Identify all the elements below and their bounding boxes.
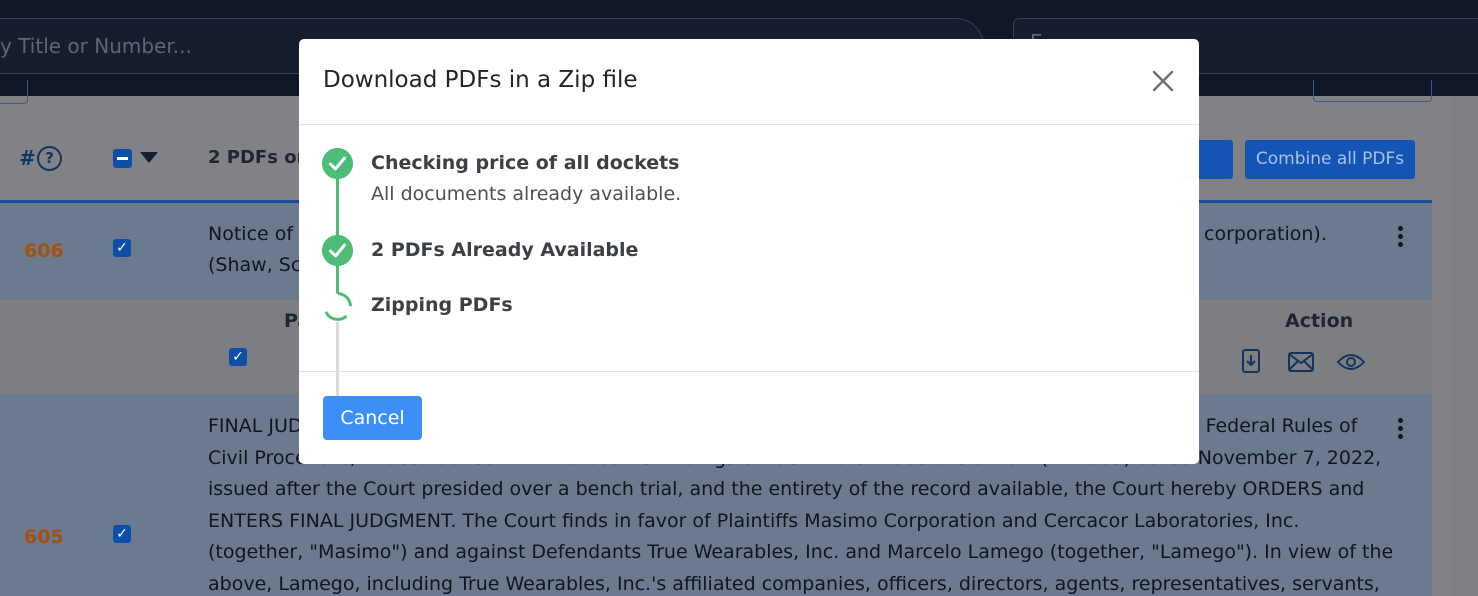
docket-text-line: above, Lamego, including True Wearables,…: [208, 572, 1380, 595]
step-title: 2 PDFs Already Available: [371, 239, 639, 261]
column-header-number: #: [19, 146, 36, 170]
cancel-button[interactable]: Cancel: [323, 396, 422, 440]
step-title: Zipping PDFs: [371, 294, 513, 316]
docket-text-line: (together, "Masimo") and against Defenda…: [208, 541, 1394, 563]
download-icon[interactable]: [1241, 348, 1261, 376]
modal-header: Download PDFs in a Zip file: [299, 39, 1199, 125]
check-icon: [322, 235, 353, 266]
toolbar-button-right[interactable]: [1313, 80, 1432, 102]
select-all-checkbox[interactable]: [113, 149, 132, 168]
more-options-icon[interactable]: [1398, 418, 1404, 442]
step-title: Checking price of all dockets: [371, 152, 680, 174]
docket-text-line: Notice of: [208, 223, 294, 245]
docket-text-line: (Shaw, Sc: [208, 254, 302, 276]
step-subtitle: All documents already available.: [371, 183, 682, 205]
eye-icon[interactable]: [1337, 352, 1365, 372]
progress-track-pending: [336, 322, 339, 400]
subtable-header-action: Action: [1285, 310, 1354, 332]
row-checkbox[interactable]: ✓: [113, 239, 131, 257]
more-options-icon[interactable]: [1398, 226, 1404, 250]
modal-footer-divider: [299, 371, 1199, 372]
loading-spinner-icon: [324, 292, 352, 321]
docket-text-line: corporation).: [1204, 223, 1327, 245]
combine-all-pdfs-button[interactable]: Combine all PDFs: [1245, 140, 1415, 179]
docket-number[interactable]: 606: [24, 240, 64, 262]
chevron-down-icon[interactable]: [140, 152, 158, 163]
modal-title: Download PDFs in a Zip file: [323, 67, 638, 93]
close-icon[interactable]: [1149, 67, 1177, 95]
progress-track-complete: [336, 159, 339, 301]
selected-count-label: 2 PDFs or: [208, 147, 306, 168]
row-checkbox[interactable]: ✓: [113, 525, 131, 543]
email-icon[interactable]: [1288, 352, 1314, 372]
check-icon: [322, 148, 353, 179]
toolbar-button-left[interactable]: [0, 80, 28, 104]
docket-text-line: issued after the Court presided over a b…: [208, 478, 1365, 500]
download-zip-modal: Download PDFs in a Zip file Checking pri…: [299, 39, 1199, 464]
subrow-checkbox[interactable]: ✓: [229, 348, 247, 366]
search-placeholder: y Title or Number...: [0, 34, 192, 58]
docket-number[interactable]: 605: [24, 526, 64, 548]
help-icon[interactable]: ?: [37, 146, 62, 171]
scrollbar[interactable]: [1452, 96, 1478, 596]
docket-text-line: ENTERS FINAL JUDGMENT. The Court finds i…: [208, 509, 1300, 532]
